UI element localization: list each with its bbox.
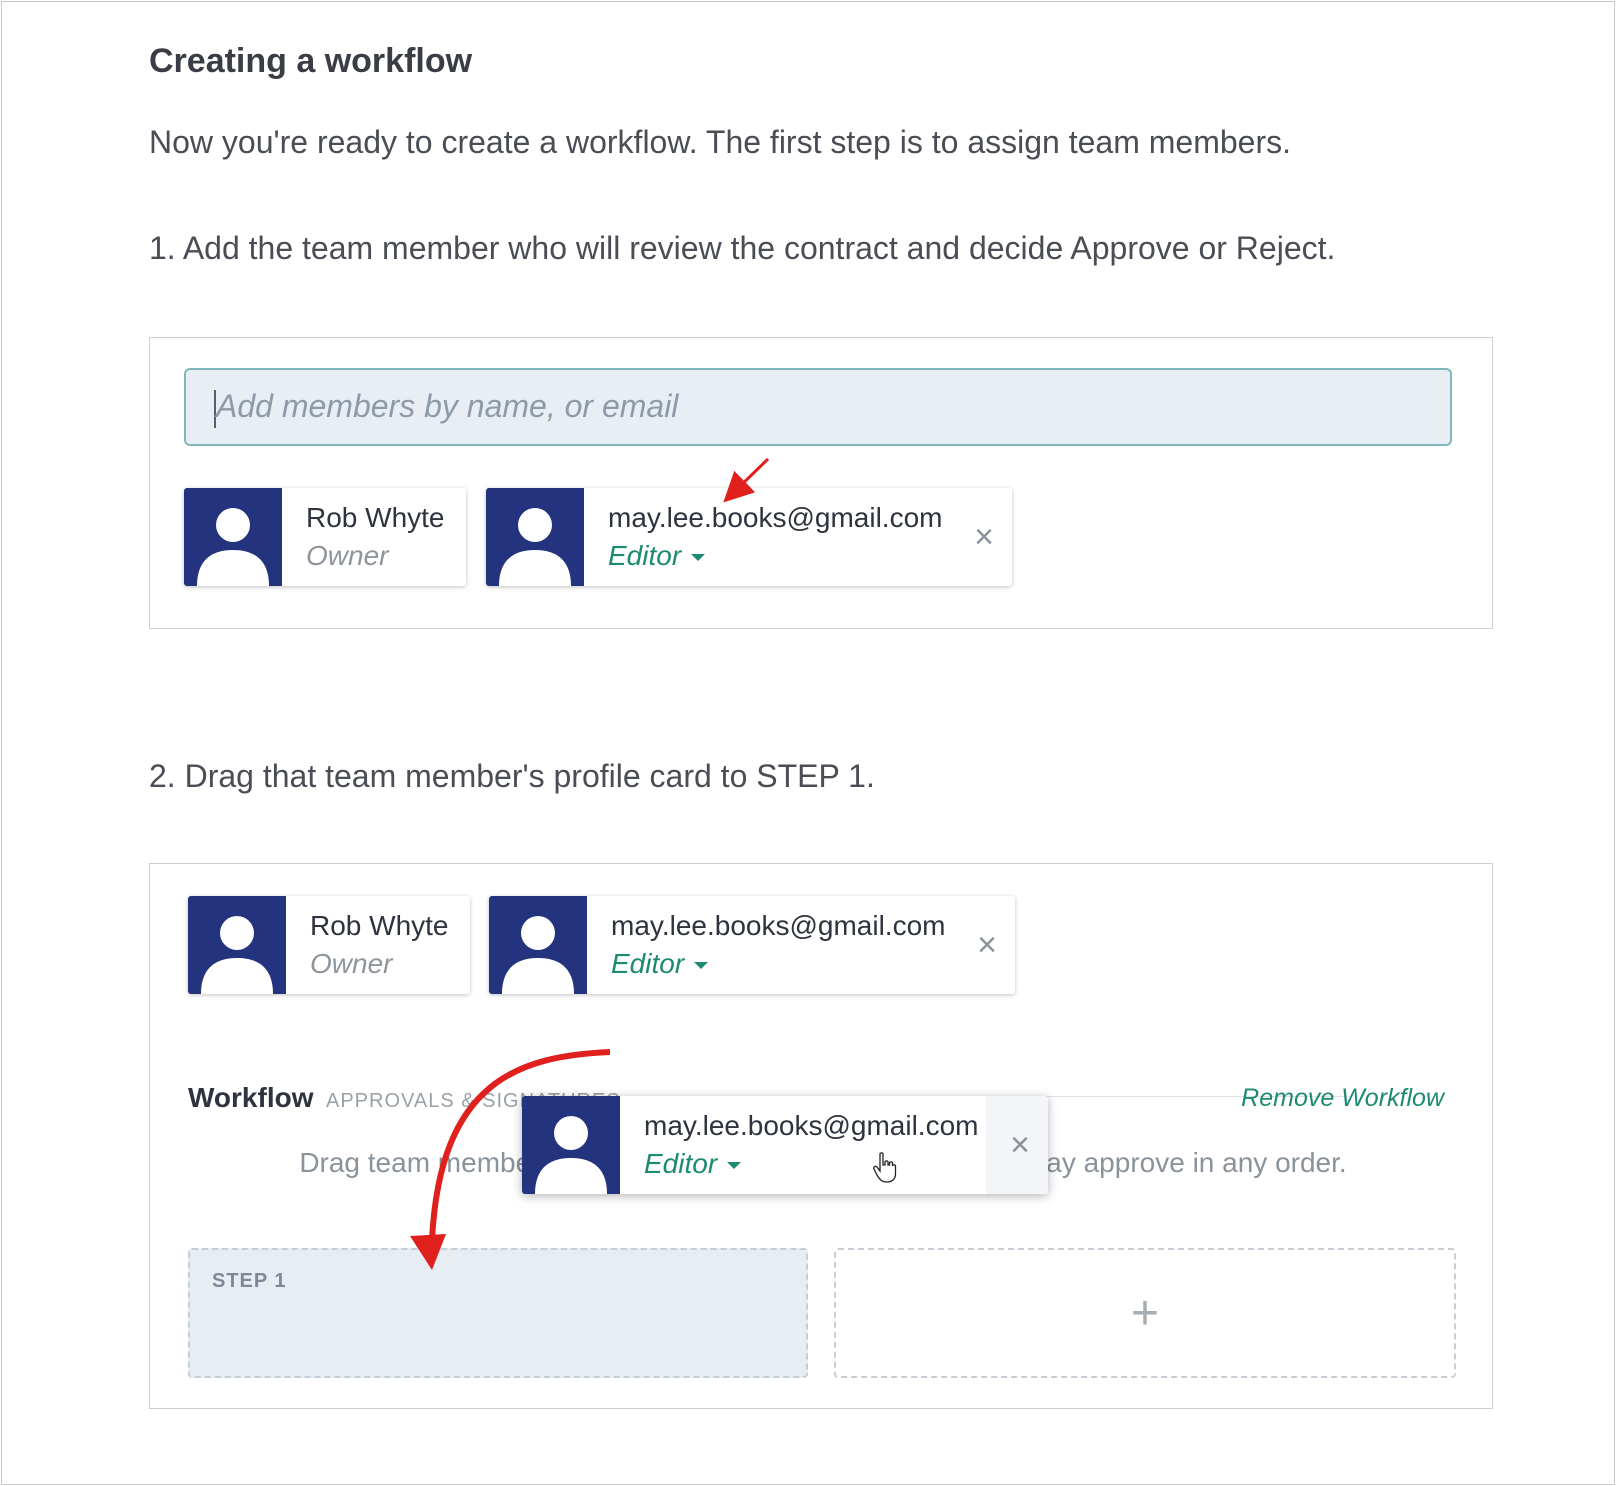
intro-text: Now you're ready to create a workflow. T… [149,124,1291,160]
member-card-may-lee[interactable]: may.lee.books@gmail.com Editor × [486,488,1012,586]
workflow-panel: Rob Whyte Owner may.lee.books@gmail.com … [149,863,1493,1409]
plus-icon: + [1130,1287,1160,1340]
step2-instruction: 2. Drag that team member's profile card … [149,758,875,794]
role-label: Editor [644,1148,718,1179]
role-label: Editor [608,540,682,571]
member-name: may.lee.books@gmail.com [611,910,946,941]
member-card-may-lee[interactable]: may.lee.books@gmail.com Editor × [489,896,1015,994]
person-icon [489,896,587,994]
step-1-label: STEP 1 [212,1270,287,1292]
step-1-dropzone[interactable]: STEP 1 [188,1248,808,1378]
member-name: may.lee.books@gmail.com [644,1110,979,1141]
member-name: Rob Whyte [306,502,445,533]
page-title: Creating a workflow [149,42,473,80]
hand-pointer-icon [873,1152,897,1183]
add-members-placeholder: Add members by name, or email [216,388,679,424]
member-card-rob-whyte[interactable]: Rob Whyte Owner [188,896,470,994]
person-icon [486,488,584,586]
add-step-button[interactable]: + [834,1248,1456,1378]
role-label: Editor [611,948,685,979]
member-role: Owner [306,540,389,571]
caret-down-icon [727,1162,742,1170]
role-dropdown[interactable]: Editor [608,540,706,572]
dragged-member-card[interactable]: may.lee.books@gmail.com Editor × [522,1096,1048,1194]
members-panel: Add members by name, or email Rob Whyte … [149,337,1493,629]
member-role: Owner [310,948,393,979]
member-name: Rob Whyte [310,910,449,941]
close-icon[interactable]: × [1010,1126,1030,1165]
member-card-rob-whyte[interactable]: Rob Whyte Owner [184,488,466,586]
person-icon [522,1096,620,1194]
close-icon[interactable]: × [977,926,997,965]
member-name: may.lee.books@gmail.com [608,502,943,533]
add-members-input[interactable]: Add members by name, or email [184,368,1452,446]
close-icon[interactable]: × [974,518,994,557]
workflow-label: Workflow [188,1082,314,1113]
caret-down-icon [691,554,706,562]
role-dropdown[interactable]: Editor [644,1148,742,1180]
person-icon [184,488,282,586]
caret-down-icon [694,962,709,970]
step1-instruction: 1. Add the team member who will review t… [149,230,1336,266]
role-dropdown[interactable]: Editor [611,948,709,980]
person-icon [188,896,286,994]
remove-workflow-link[interactable]: Remove Workflow [1241,1084,1444,1113]
